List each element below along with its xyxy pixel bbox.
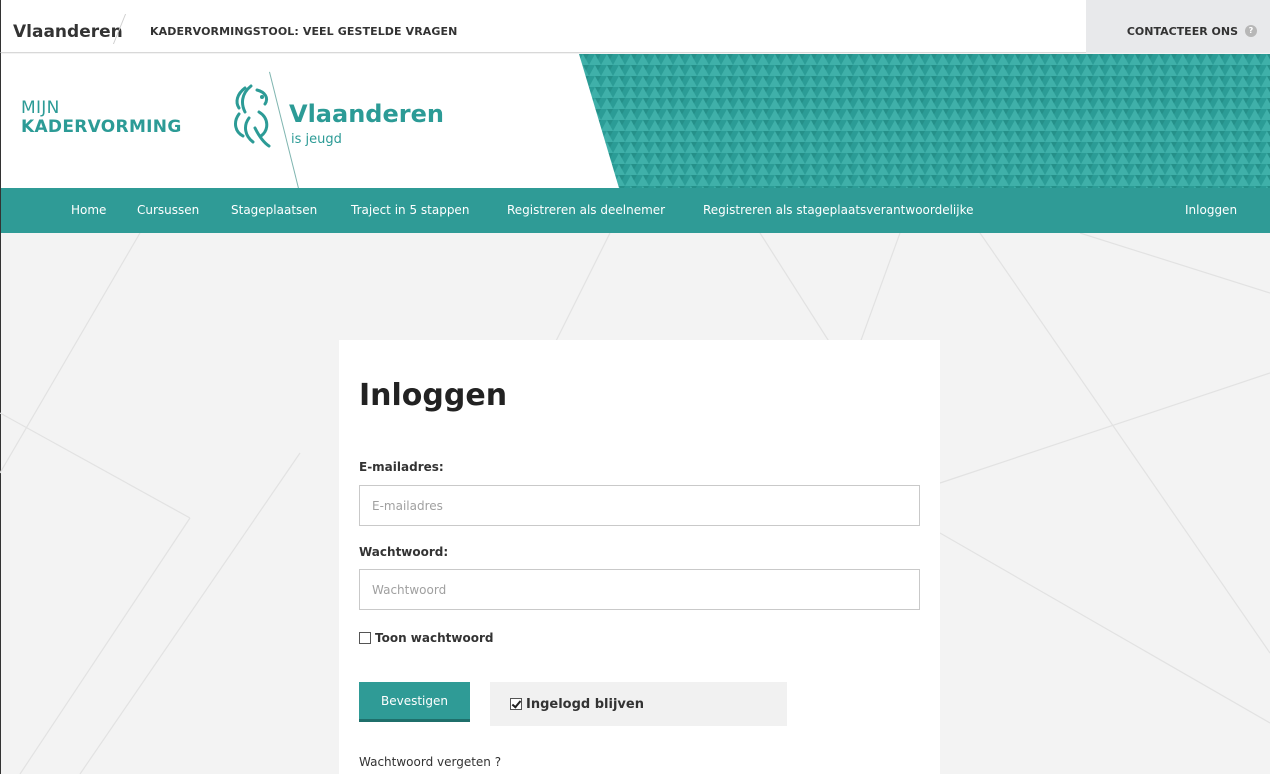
logo-subtitle: is jeugd <box>291 132 342 147</box>
login-card: Inloggen E-mailadres: Wachtwoord: Toon w… <box>339 340 940 774</box>
nav-item-home[interactable]: Home <box>71 188 106 233</box>
nav-item-cursussen[interactable]: Cursussen <box>137 188 199 233</box>
lion-icon <box>234 84 271 148</box>
submit-button[interactable]: Bevestigen <box>359 682 470 722</box>
top-bar: Vlaanderen KADERVORMINGSTOOL: VEEL GESTE… <box>0 0 1270 53</box>
login-title: Inloggen <box>359 378 508 413</box>
email-label: E-mailadres: <box>359 460 444 474</box>
email-input[interactable] <box>359 485 920 526</box>
nav-item-traject[interactable]: Traject in 5 stappen <box>351 188 469 233</box>
password-label: Wachtwoord: <box>359 545 449 559</box>
logo-line2: KADERVORMING <box>21 117 182 137</box>
nav-item-registreren-stageplaats[interactable]: Registreren als stageplaatsverantwoordel… <box>703 188 974 233</box>
contact-button[interactable]: CONTACTEER ONS ? <box>1086 0 1270 53</box>
show-password-checkbox[interactable] <box>359 632 371 644</box>
mijn-kadervorming-logo[interactable]: MIJN KADERVORMING <box>21 99 182 137</box>
nav-item-registreren-deelnemer[interactable]: Registreren als deelnemer <box>507 188 665 233</box>
vlaanderen-logo-text: Vlaanderen <box>289 100 444 128</box>
site-header: MIJN KADERVORMING Vlaanderen is jeugd <box>0 54 1270 188</box>
password-input[interactable] <box>359 569 920 610</box>
show-password-label: Toon wachtwoord <box>375 631 494 645</box>
forgot-password-link[interactable]: Wachtwoord vergeten ? <box>359 755 501 769</box>
nav-item-inloggen[interactable]: Inloggen <box>1185 188 1237 233</box>
nav-item-stageplaatsen[interactable]: Stageplaatsen <box>231 188 317 233</box>
logo-line1: MIJN <box>21 98 60 118</box>
remember-me-checkbox[interactable] <box>510 698 522 710</box>
contact-label: CONTACTEER ONS <box>1126 25 1238 38</box>
triangle-pattern-banner <box>579 54 1270 188</box>
remember-me-toggle[interactable]: Ingelogd blijven <box>490 682 787 726</box>
help-icon: ? <box>1245 25 1257 37</box>
remember-me-label: Ingelogd blijven <box>526 696 644 712</box>
show-password-toggle[interactable]: Toon wachtwoord <box>359 631 493 645</box>
vlaanderen-home-link[interactable]: Vlaanderen <box>13 0 123 53</box>
main-navigation: Home Cursussen Stageplaatsen Traject in … <box>0 188 1270 233</box>
